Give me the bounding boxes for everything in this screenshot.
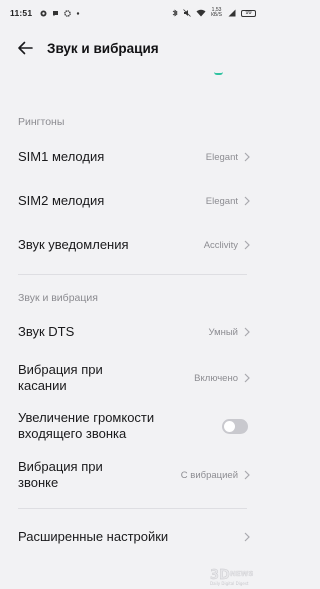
chat-notification-icon	[53, 10, 59, 16]
watermark-logo: 3D NEWS Daily Digital Digest	[210, 568, 254, 586]
watermark-tagline: Daily Digital Digest	[210, 581, 249, 586]
incoming-volume-toggle[interactable]	[222, 418, 248, 434]
touch-vibration-label-line1: Вибрация при	[18, 362, 103, 377]
back-button[interactable]	[9, 32, 41, 64]
touch-vibration-row[interactable]: Вибрация при касании Включено	[0, 358, 265, 398]
touch-vibration-value: Включено	[194, 372, 238, 384]
notification-sound-value: Acclivity	[203, 239, 238, 251]
notification-sound-label: Звук уведомления	[18, 237, 129, 252]
sim2-ringtone-value: Elegant	[205, 195, 238, 207]
dot-icon	[77, 11, 80, 15]
chevron-right-icon	[244, 240, 250, 250]
advanced-settings-row[interactable]: Расширенные настройки	[0, 522, 265, 552]
sim1-ringtone-value: Elegant	[205, 151, 238, 163]
section-header-ringtones: Рингтоны	[18, 116, 65, 128]
touch-vibration-label: Вибрация при касании	[18, 362, 103, 394]
section-divider	[18, 508, 247, 509]
chevron-right-icon	[244, 152, 250, 162]
chevron-right-icon	[244, 373, 250, 383]
sim2-ringtone-label: SIM2 мелодия	[18, 193, 105, 208]
bluetooth-icon	[172, 9, 178, 17]
sim1-ringtone-row[interactable]: SIM1 мелодия Elegant	[0, 142, 265, 172]
dts-sound-label: Звук DTS	[18, 324, 75, 339]
status-bar: 11:51 1,53 КБ/S 99	[0, 0, 265, 26]
chevron-right-icon	[244, 196, 250, 206]
sim1-ringtone-label: SIM1 мелодия	[18, 149, 105, 164]
signal-icon	[228, 9, 236, 17]
sim2-ringtone-row[interactable]: SIM2 мелодия Elegant	[0, 186, 265, 216]
ring-vibration-label-line1: Вибрация при	[18, 459, 103, 474]
incoming-volume-label: Увеличение громкости входящего звонка	[18, 410, 154, 442]
app-notification-icon	[40, 10, 47, 16]
network-speed-unit: КБ/S	[211, 12, 222, 18]
watermark-sub-text: NEWS	[230, 570, 253, 578]
incoming-volume-row: Увеличение громкости входящего звонка	[0, 406, 265, 446]
mute-icon	[183, 9, 191, 17]
incoming-volume-label-line2: входящего звонка	[18, 426, 127, 441]
app-header: Звук и вибрация	[0, 30, 265, 66]
status-right: 1,53 КБ/S 99	[172, 8, 256, 18]
status-time: 11:51	[10, 8, 33, 18]
ring-vibration-row[interactable]: Вибрация при звонке С вибрацией	[0, 455, 265, 495]
section-header-sound-vibration: Звук и вибрация	[18, 292, 98, 304]
section-divider	[18, 274, 247, 275]
notification-sound-row[interactable]: Звук уведомления Acclivity	[0, 230, 265, 260]
incoming-volume-label-line1: Увеличение громкости	[18, 410, 155, 425]
dts-sound-value: Умный	[208, 326, 238, 338]
ring-vibration-label: Вибрация при звонке	[18, 459, 103, 491]
touch-vibration-label-line2: касании	[18, 378, 67, 393]
notification-icons	[40, 9, 80, 17]
toggle-knob	[224, 420, 235, 432]
ring-vibration-value: С вибрацией	[180, 469, 238, 481]
chevron-right-icon	[244, 532, 250, 542]
arrow-left-icon	[18, 41, 33, 55]
scrolled-item-indicator	[214, 72, 223, 75]
wifi-icon	[196, 9, 206, 17]
ring-vibration-label-line2: звонке	[18, 475, 59, 490]
page-title: Звук и вибрация	[47, 40, 159, 56]
dts-sound-row[interactable]: Звук DTS Умный	[0, 317, 265, 347]
settings-notification-icon	[64, 9, 72, 17]
advanced-settings-label: Расширенные настройки	[18, 529, 169, 544]
battery-icon: 99	[241, 9, 256, 17]
network-speed: 1,53 КБ/S	[211, 8, 222, 18]
chevron-right-icon	[244, 470, 250, 480]
chevron-right-icon	[244, 327, 250, 337]
